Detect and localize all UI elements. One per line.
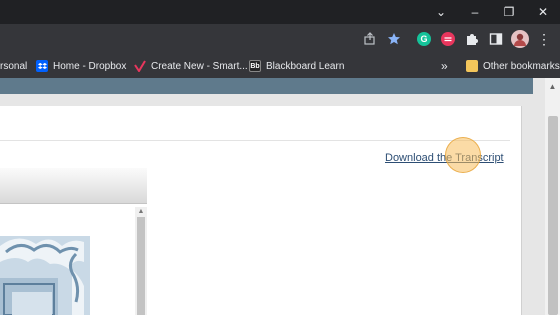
page-scroll-thumb[interactable] <box>548 116 558 315</box>
section-divider <box>0 140 510 141</box>
bookmark-personal[interactable]: rsonal <box>0 54 27 78</box>
profile-avatar[interactable] <box>510 29 530 49</box>
folder-icon <box>466 60 478 72</box>
bookmarks-bar: rsonal Home - Dropbox Create New - Smart… <box>0 54 560 78</box>
bookmark-dropbox[interactable]: Home - Dropbox <box>36 54 126 78</box>
viewer-scroll-thumb[interactable] <box>137 217 145 315</box>
click-highlight <box>445 137 481 173</box>
bookmark-label: Blackboard Learn <box>266 60 345 72</box>
viewer-header <box>0 168 147 204</box>
blackboard-icon: Bb <box>249 60 261 72</box>
bookmark-label: Home - Dropbox <box>53 60 127 72</box>
bookmark-label: rsonal <box>0 60 28 72</box>
menu-icon[interactable]: ⋮ <box>534 29 554 49</box>
extension-red-icon[interactable] <box>438 29 458 49</box>
bookmarks-overflow-button[interactable]: » <box>441 54 448 78</box>
ornamental-frame-image <box>0 236 90 315</box>
share-icon[interactable] <box>360 29 380 49</box>
bookmark-blackboard[interactable]: Bb Blackboard Learn <box>249 54 344 78</box>
restore-button[interactable]: ❐ <box>492 0 526 24</box>
checkmark-logo-icon <box>134 60 146 72</box>
close-button[interactable]: ✕ <box>526 0 560 24</box>
other-bookmarks[interactable]: Other bookmarks <box>466 54 560 78</box>
bookmark-create-new[interactable]: Create New - Smart... <box>134 54 248 78</box>
page-header-band <box>0 78 533 94</box>
viewer-scroll-up-icon[interactable]: ▲ <box>135 206 147 216</box>
star-icon[interactable] <box>384 29 404 49</box>
page-scroll-up-icon[interactable]: ▲ <box>545 80 560 92</box>
dropbox-icon <box>36 60 48 72</box>
side-panel-icon[interactable] <box>486 29 506 49</box>
browser-toolbar: G ⋮ <box>0 24 560 54</box>
grammarly-icon[interactable]: G <box>414 29 434 49</box>
viewer-body <box>0 205 147 315</box>
tab-search-chevron-icon[interactable]: ⌄ <box>424 0 458 24</box>
bookmark-label: Other bookmarks <box>483 60 560 72</box>
title-bar: ⌄ – ❐ ✕ <box>0 0 560 24</box>
bookmark-label: Create New - Smart... <box>151 60 248 72</box>
puzzle-icon[interactable] <box>462 29 482 49</box>
minimize-button[interactable]: – <box>458 0 492 24</box>
